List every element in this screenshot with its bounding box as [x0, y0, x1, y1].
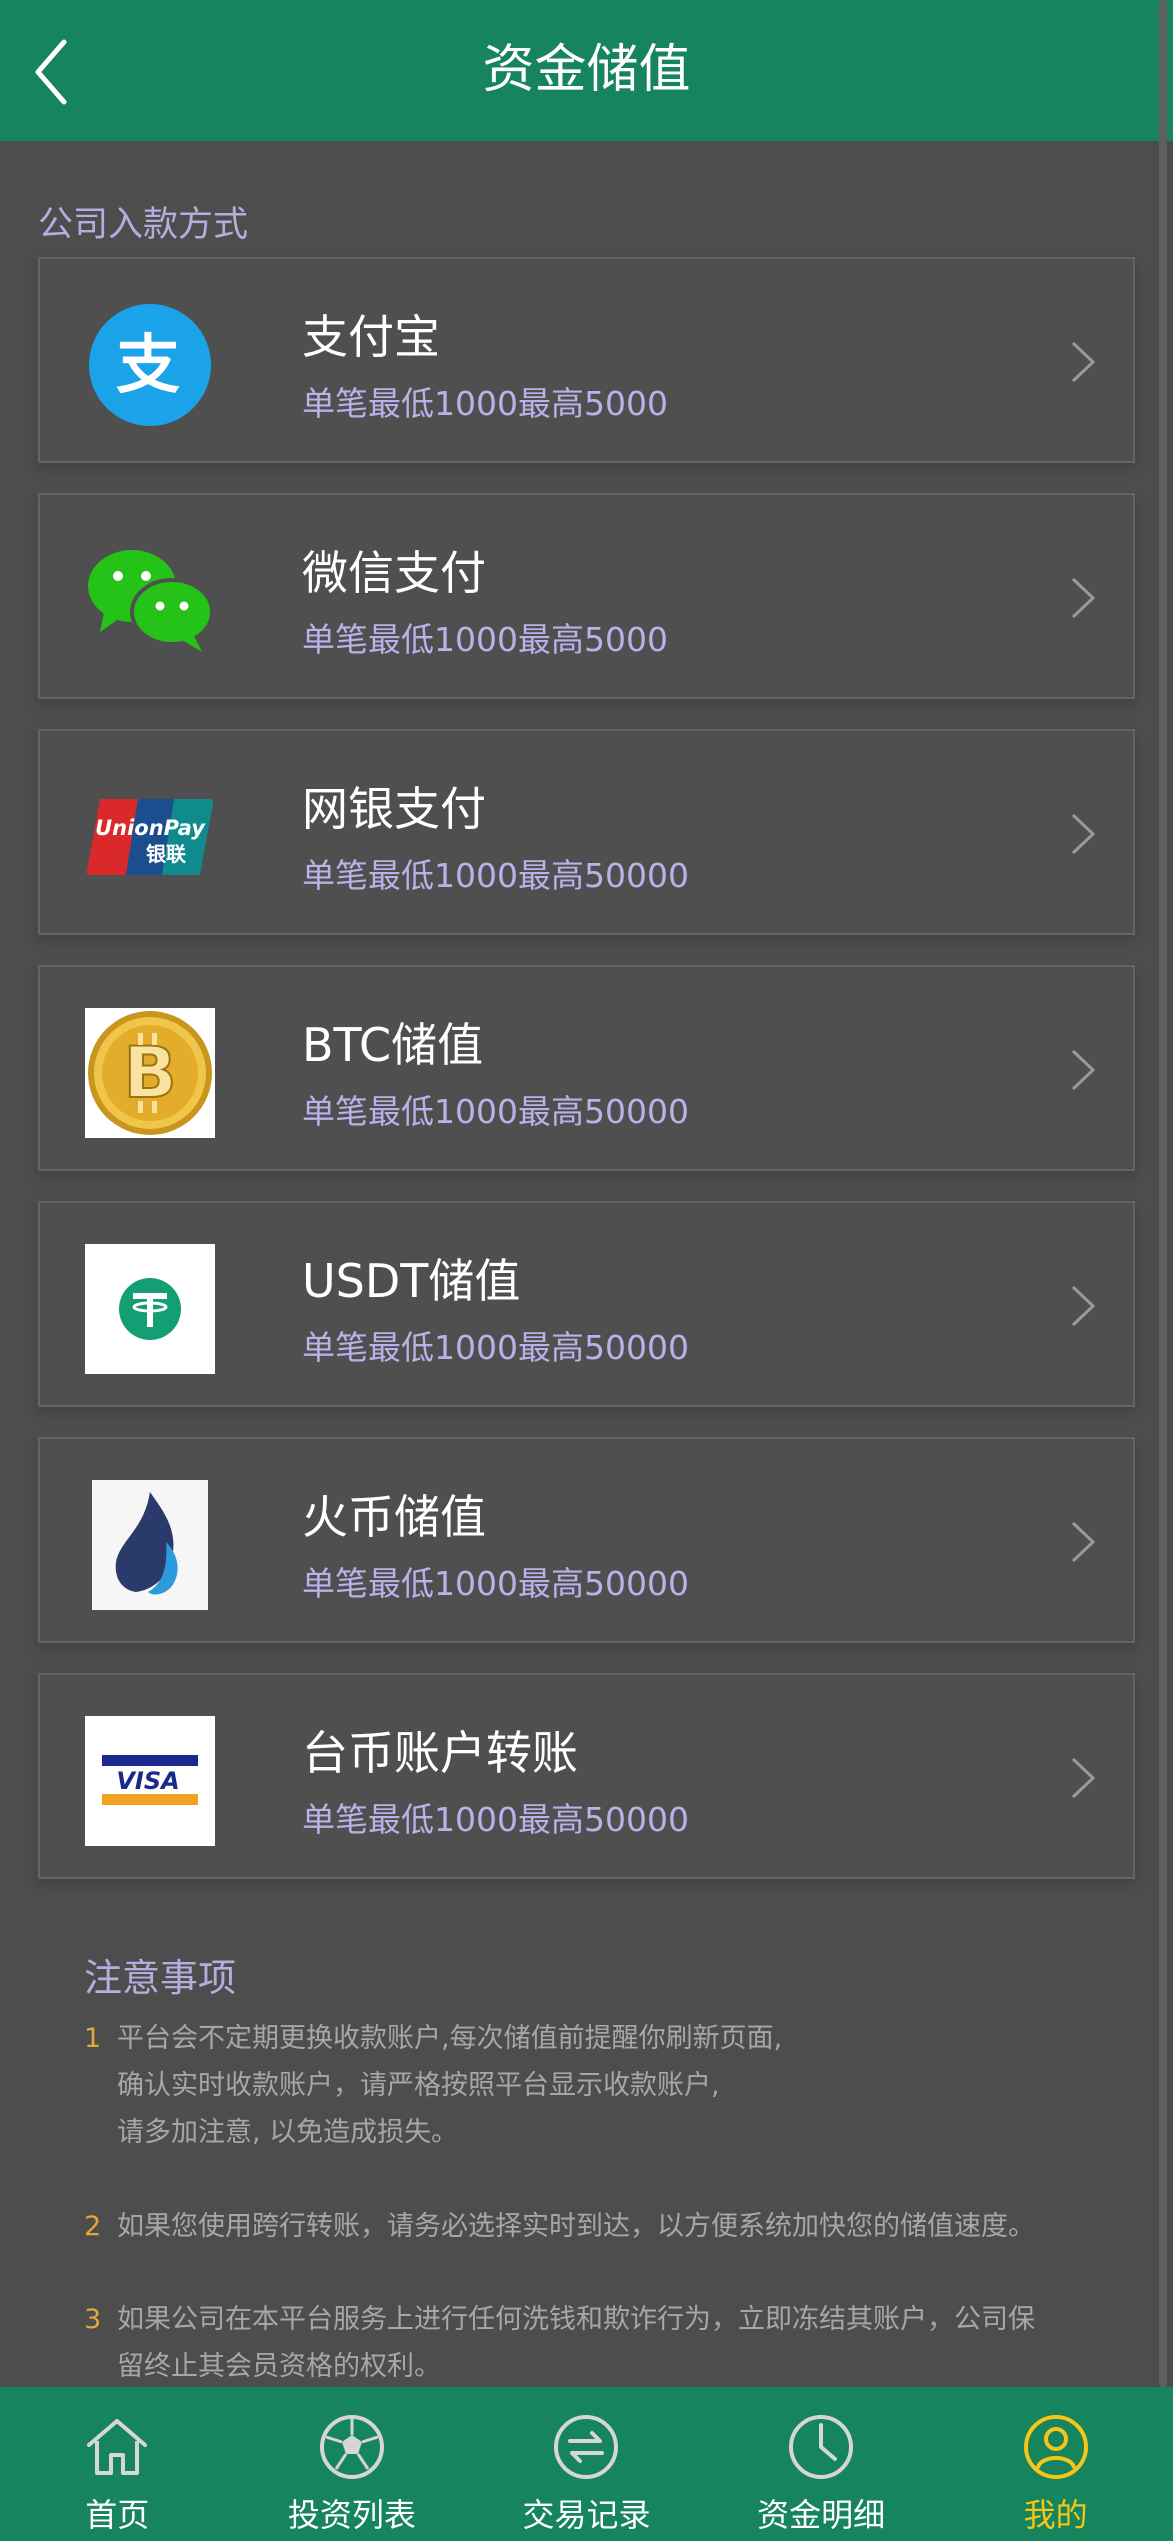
scrollbar[interactable]: [1159, 0, 1167, 2388]
tab-label: 资金明细: [757, 2496, 886, 2534]
payment-method-wechat[interactable]: 微信支付 单笔最低1000最高5000: [38, 493, 1135, 699]
method-name: 火币储值: [302, 1490, 486, 1544]
tab-label: 投资列表: [287, 2496, 416, 2534]
method-name: USDT储值: [302, 1254, 521, 1308]
visa-icon: VISA: [85, 1716, 215, 1846]
chevron-right-icon: [1071, 1285, 1096, 1327]
chevron-left-icon: [35, 39, 67, 105]
unionpay-logo-text: UnionPay: [95, 816, 206, 840]
note-item: 2 如果您使用跨行转账，请务必选择实时到达，以方便系统加快您的储值速度。: [84, 2203, 1104, 2250]
back-button[interactable]: [24, 30, 88, 114]
chevron-right-icon: [1071, 1521, 1096, 1563]
payment-method-usdt[interactable]: USDT储值 单笔最低1000最高50000: [38, 1201, 1135, 1407]
home-icon: [87, 2419, 148, 2475]
method-limit: 单笔最低1000最高50000: [302, 1564, 689, 1603]
tab-transaction-records[interactable]: 交易记录: [469, 2387, 704, 2541]
clock-icon: [789, 2415, 854, 2479]
note-number: 3: [84, 2304, 102, 2335]
note-line: 请多加注意, 以免造成损失。: [117, 2117, 459, 2148]
note-line: 留终止其会员资格的权利。: [117, 2351, 441, 2382]
note-number: 2: [84, 2211, 102, 2242]
app-header: 资金储值: [0, 0, 1173, 141]
note-item: 1 平台会不定期更换收款账户,每次储值前提醒你刷新页面, 确认实时收款账户，请严…: [84, 2015, 1104, 2156]
section-label: 公司入款方式: [38, 205, 249, 245]
note-item: 3 如果公司在本平台服务上进行任何洗钱和欺诈行为，立即冻结其账户，公司保 留终止…: [84, 2296, 1104, 2390]
method-name: 微信支付: [302, 546, 486, 600]
payment-method-alipay[interactable]: 支 支付宝 单笔最低1000最高5000: [38, 257, 1135, 463]
payment-method-twd-transfer[interactable]: VISA 台币账户转账 单笔最低1000最高50000: [38, 1673, 1135, 1879]
tab-label: 交易记录: [522, 2496, 651, 2534]
tab-label: 首页: [85, 2496, 150, 2534]
method-limit: 单笔最低1000最高5000: [302, 384, 668, 423]
chevron-right-icon: [1071, 813, 1096, 855]
user-icon: [1023, 2415, 1088, 2479]
huobi-icon: [85, 1480, 215, 1610]
chevron-right-icon: [1071, 577, 1096, 619]
page-title: 资金储值: [482, 40, 691, 100]
method-limit: 单笔最低1000最高50000: [302, 1328, 689, 1367]
svg-text:B: B: [123, 1032, 176, 1114]
method-limit: 单笔最低1000最高50000: [302, 1092, 689, 1131]
method-limit: 单笔最低1000最高5000: [302, 620, 668, 659]
notes-title: 注意事项: [84, 1956, 237, 2000]
tab-investment-list[interactable]: 投资列表: [235, 2387, 470, 2541]
method-name: BTC储值: [302, 1018, 484, 1072]
tab-home[interactable]: 首页: [0, 2387, 235, 2541]
bottom-tab-bar: 首页 投资列表 交易记录 资金明细 我的: [0, 2387, 1173, 2541]
visa-logo-text: VISA: [116, 1767, 179, 1795]
note-number: 1: [84, 2023, 102, 2054]
chevron-right-icon: [1071, 1049, 1096, 1091]
exchange-icon: [554, 2415, 619, 2479]
tether-icon: [85, 1244, 215, 1374]
note-line: 平台会不定期更换收款账户,每次储值前提醒你刷新页面,: [117, 2023, 783, 2054]
method-limit: 单笔最低1000最高50000: [302, 856, 689, 895]
bitcoin-icon: B: [85, 1008, 215, 1138]
svg-text:支: 支: [116, 329, 180, 403]
payment-method-btc[interactable]: B BTC储值 单笔最低1000最高50000: [38, 965, 1135, 1171]
payment-method-list: 支 支付宝 单笔最低1000最高5000 微信支付 单笔最低1000最高5000: [38, 257, 1135, 1909]
method-name: 支付宝: [302, 310, 440, 364]
method-limit: 单笔最低1000最高50000: [302, 1800, 689, 1839]
tab-fund-details[interactable]: 资金明细: [704, 2387, 939, 2541]
wechat-icon: [85, 536, 215, 666]
payment-method-unionpay[interactable]: UnionPay 银联 网银支付 单笔最低1000最高50000: [38, 729, 1135, 935]
tab-mine[interactable]: 我的: [938, 2387, 1173, 2541]
chevron-right-icon: [1071, 1757, 1096, 1799]
note-line: 如果您使用跨行转账，请务必选择实时到达，以方便系统加快您的储值速度。: [117, 2211, 1035, 2242]
note-line: 如果公司在本平台服务上进行任何洗钱和欺诈行为，立即冻结其账户，公司保: [117, 2304, 1035, 2335]
unionpay-logo-cn-text: 银联: [146, 842, 186, 866]
chevron-right-icon: [1071, 341, 1096, 383]
method-name: 网银支付: [302, 782, 486, 836]
unionpay-icon: UnionPay 银联: [85, 772, 215, 902]
tab-label: 我的: [1023, 2496, 1088, 2534]
alipay-icon: 支: [85, 300, 215, 430]
method-name: 台币账户转账: [302, 1726, 578, 1780]
soccer-ball-icon: [319, 2415, 384, 2479]
note-line: 确认实时收款账户，请严格按照平台显示收款账户,: [117, 2070, 720, 2101]
payment-method-huobi[interactable]: 火币储值 单笔最低1000最高50000: [38, 1437, 1135, 1643]
